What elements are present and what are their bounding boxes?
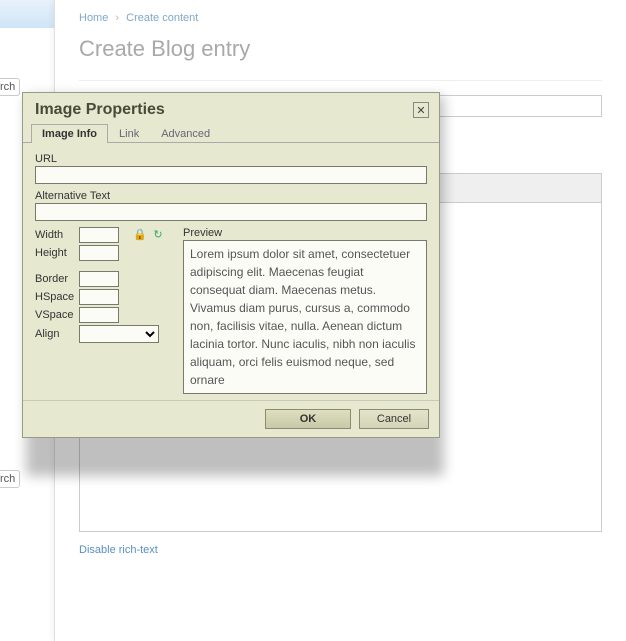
disable-richtext-link[interactable]: Disable rich-text <box>79 544 158 556</box>
url-field: URL <box>35 153 427 184</box>
tab-image-info[interactable]: Image Info <box>31 124 108 143</box>
breadcrumb-current: Create content <box>126 12 198 24</box>
image-properties-dialog: Image Properties ✕ Image Info Link Advan… <box>22 92 440 438</box>
reset-size-icon[interactable]: ↻ <box>151 227 165 241</box>
dialog-titlebar[interactable]: Image Properties ✕ <box>23 93 439 123</box>
dialog-footer: OK Cancel <box>23 400 439 437</box>
breadcrumb-home[interactable]: Home <box>79 12 108 24</box>
ok-button[interactable]: OK <box>265 409 351 429</box>
url-input[interactable] <box>35 166 427 184</box>
search-fragment-2[interactable]: rch <box>0 470 20 488</box>
below-editor-links: Disable rich-text <box>79 544 602 556</box>
width-input[interactable] <box>79 227 119 243</box>
alt-label: Alternative Text <box>35 190 427 202</box>
border-input[interactable] <box>79 271 119 287</box>
close-icon: ✕ <box>416 104 425 117</box>
cancel-button[interactable]: Cancel <box>359 409 429 429</box>
align-select[interactable] <box>79 325 159 343</box>
preview-box[interactable]: Lorem ipsum dolor sit amet, consectetuer… <box>183 240 427 394</box>
dimensions-column: Width Height 🔒 ↻ Border HSpace <box>35 227 175 394</box>
dialog-tabs: Image Info Link Advanced <box>23 123 439 143</box>
vspace-label: VSpace <box>35 309 79 321</box>
hspace-input[interactable] <box>79 289 119 305</box>
alt-field: Alternative Text <box>35 190 427 221</box>
dialog-title: Image Properties <box>35 101 165 119</box>
dialog-body: URL Alternative Text Width Height 🔒 <box>23 143 439 400</box>
border-label: Border <box>35 273 79 285</box>
preview-column: Preview Lorem ipsum dolor sit amet, cons… <box>183 227 427 394</box>
breadcrumb: Home › Create content <box>79 8 602 36</box>
vspace-input[interactable] <box>79 307 119 323</box>
preview-label: Preview <box>183 227 427 239</box>
search-fragment-1[interactable]: rch <box>0 78 20 96</box>
width-label: Width <box>35 229 79 241</box>
height-input[interactable] <box>79 245 119 261</box>
align-label: Align <box>35 328 79 340</box>
dialog-close-button[interactable]: ✕ <box>413 102 429 118</box>
lock-ratio-icon[interactable]: 🔒 <box>133 227 147 241</box>
hspace-label: HSpace <box>35 291 79 303</box>
url-label: URL <box>35 153 427 165</box>
page-title: Create Blog entry <box>79 36 602 62</box>
breadcrumb-sep: › <box>115 12 119 24</box>
tab-advanced[interactable]: Advanced <box>150 124 221 143</box>
height-label: Height <box>35 247 79 259</box>
alt-input[interactable] <box>35 203 427 221</box>
tab-link[interactable]: Link <box>108 124 150 143</box>
